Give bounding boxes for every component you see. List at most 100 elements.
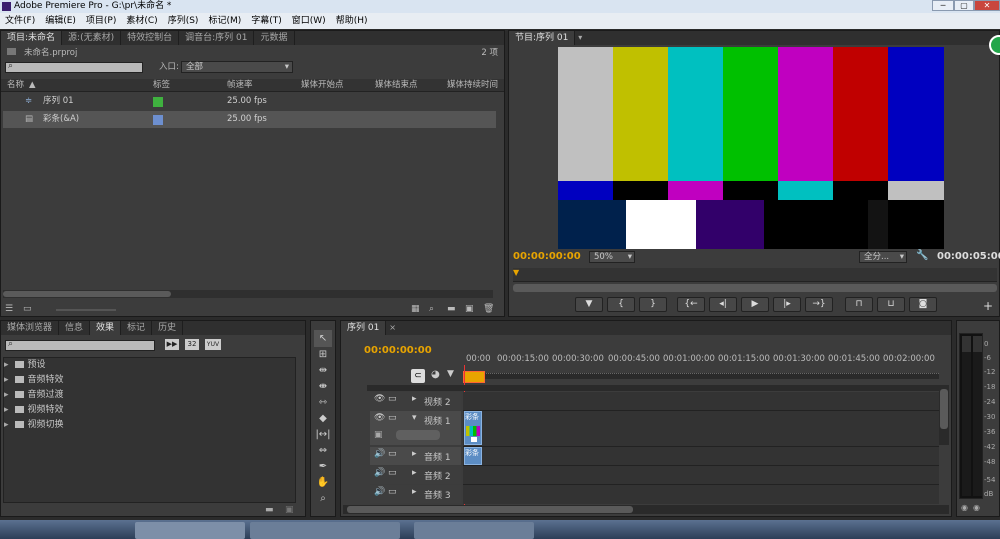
trash-icon[interactable]: 🗑 (483, 304, 494, 314)
program-time-ruler[interactable]: ▼ (513, 268, 997, 282)
zoom-slider[interactable] (56, 309, 116, 311)
menu-clip[interactable]: 素材(C) (121, 13, 162, 29)
tab-markers[interactable]: 标记 (121, 321, 153, 335)
list-view-icon[interactable]: ☰ (5, 304, 13, 314)
maximize-button[interactable]: ▢ (954, 0, 974, 11)
expand-icon[interactable]: ▸ (4, 420, 9, 430)
collapse-icon[interactable]: ▾ (412, 413, 417, 423)
tab-effects[interactable]: 效果 (90, 321, 122, 335)
track-header-video2[interactable]: 👁 ▭ ▸ 视频 2 (370, 392, 461, 410)
export-frame-button[interactable]: ◙ (909, 297, 937, 312)
program-timecode[interactable]: 00:00:00:00 (513, 251, 581, 262)
add-button-icon[interactable]: + (983, 299, 993, 313)
tab-sequence[interactable]: 序列 01 (341, 321, 387, 335)
scroll-thumb[interactable] (940, 389, 948, 429)
wrench-icon[interactable]: 🔧 (916, 250, 928, 261)
tab-source[interactable]: 源:(无素材) (62, 31, 122, 45)
col-media-start[interactable]: 媒体开始点 (301, 79, 344, 91)
slip-tool-icon[interactable]: |↔| (314, 426, 332, 443)
expand-icon[interactable]: ▸ (4, 360, 9, 370)
track-header-video1[interactable]: 👁 ▭ ▾ 视频 1 ▣ (370, 411, 461, 445)
menu-window[interactable]: 窗口(W) (287, 13, 331, 29)
video-clip-bars[interactable]: 彩条 (464, 411, 482, 445)
keyframe-control[interactable] (396, 430, 440, 440)
eye-icon[interactable]: 👁 (374, 394, 385, 404)
delete-icon[interactable]: ▣ (285, 505, 294, 515)
ripple-edit-tool-icon[interactable]: ⇹ (314, 362, 332, 379)
track-select-tool-icon[interactable]: ⊞ (314, 346, 332, 363)
minimize-button[interactable]: ─ (932, 0, 954, 11)
menu-sequence[interactable]: 序列(S) (163, 13, 204, 29)
expand-icon[interactable]: ▸ (412, 487, 417, 497)
tab-program[interactable]: 节目:序列 01 (509, 31, 576, 45)
set-marker-icon[interactable]: ◕ (431, 369, 440, 380)
accelerated-effects-icon[interactable]: ▶▶ (165, 339, 179, 350)
tab-audio-mixer[interactable]: 调音台:序列 01 (179, 31, 255, 45)
tab-media-browser[interactable]: 媒体浏览器 (1, 321, 60, 335)
col-media-end[interactable]: 媒体结束点 (375, 79, 418, 91)
track-header-audio1[interactable]: 🔊 ▭ ▸ 音频 1 (370, 447, 461, 465)
expand-icon[interactable]: ▸ (4, 405, 9, 415)
selection-tool-icon[interactable]: ↖ (314, 330, 332, 347)
close-icon[interactable]: × (389, 323, 396, 332)
menu-file[interactable]: 文件(F) (0, 13, 40, 29)
col-name[interactable]: 名称 (7, 79, 24, 91)
snap-icon[interactable]: ⊂ (411, 369, 425, 383)
hand-tool-icon[interactable]: ✋ (314, 474, 332, 491)
eye-icon[interactable]: 👁 (374, 413, 385, 423)
add-marker-button[interactable]: ▼ (575, 297, 603, 312)
menu-edit[interactable]: 编辑(E) (40, 13, 81, 29)
playhead-icon[interactable]: ▼ (513, 268, 519, 277)
folder-presets[interactable]: ▸ 预设 (4, 358, 295, 373)
mark-in-button[interactable]: { (607, 297, 635, 312)
step-back-button[interactable]: ◂| (709, 297, 737, 312)
speaker-icon[interactable]: 🔊 (374, 449, 385, 459)
effects-search-input[interactable]: ⌕ (5, 339, 155, 351)
automate-icon[interactable]: ▦ (411, 304, 420, 314)
menu-help[interactable]: 帮助(H) (331, 13, 373, 29)
marker-icon[interactable]: ▼ (447, 369, 454, 379)
folder-video-transitions[interactable]: ▸ 视频切换 (4, 418, 295, 433)
extract-button[interactable]: ⊔ (877, 297, 905, 312)
new-custom-bin-icon[interactable]: ▬ (265, 505, 274, 515)
expand-icon[interactable]: ▸ (4, 390, 9, 400)
project-hscrollbar[interactable] (3, 290, 493, 298)
track-area[interactable] (463, 392, 939, 504)
tab-effect-controls[interactable]: 特效控制台 (121, 31, 180, 45)
solo-right-button[interactable]: ◉ (973, 503, 980, 512)
folder-audio-transitions[interactable]: ▸ 音频过渡 (4, 388, 295, 403)
mark-out-button[interactable]: } (639, 297, 667, 312)
col-media-duration[interactable]: 媒体持续时间 (447, 79, 498, 91)
timeline-hscrollbar[interactable] (343, 505, 949, 514)
video-vscrollbar[interactable] (939, 385, 949, 445)
zoom-tool-icon[interactable]: ⌕ (314, 490, 332, 507)
timeline-timecode[interactable]: 00:00:00:00 (364, 345, 432, 356)
menu-project[interactable]: 项目(P) (81, 13, 121, 29)
project-item-sequence[interactable]: ≑ 序列 01 25.00 fps (3, 93, 496, 110)
go-to-out-button[interactable]: →} (805, 297, 833, 312)
close-button[interactable]: ✕ (974, 0, 1000, 11)
expand-icon[interactable]: ▸ (4, 375, 9, 385)
pen-tool-icon[interactable]: ✒ (314, 458, 332, 475)
folder-video-effects[interactable]: ▸ 视频特效 (4, 403, 295, 418)
speaker-icon[interactable]: 🔊 (374, 468, 385, 478)
lift-button[interactable]: ⊓ (845, 297, 873, 312)
work-area-bar[interactable] (463, 371, 485, 383)
lock-icon[interactable]: ▭ (388, 394, 397, 404)
time-ruler[interactable]: 00:00 00:00:15:00 00:00:30:00 00:00:45:0… (463, 351, 939, 379)
yuv-effects-icon[interactable]: YUV (205, 339, 221, 350)
display-style-icon[interactable]: ▣ (374, 430, 383, 440)
scroll-thumb[interactable] (3, 291, 171, 297)
chevron-down-icon[interactable]: ▾ (578, 33, 582, 42)
32bit-effects-icon[interactable]: 32 (185, 339, 199, 350)
menu-marker[interactable]: 标记(M) (203, 13, 246, 29)
rate-stretch-tool-icon[interactable]: ⇿ (314, 394, 332, 411)
lock-icon[interactable]: ▭ (388, 468, 397, 478)
solo-left-button[interactable]: ◉ (961, 503, 968, 512)
resolution-dropdown[interactable]: 全分... ▾ (859, 251, 907, 263)
lock-icon[interactable]: ▭ (388, 487, 397, 497)
in-point-dropdown[interactable]: 全部 ▾ (181, 61, 293, 73)
step-forward-button[interactable]: |▸ (773, 297, 801, 312)
lock-icon[interactable]: ▭ (388, 413, 397, 423)
taskbar-item[interactable] (250, 522, 400, 539)
